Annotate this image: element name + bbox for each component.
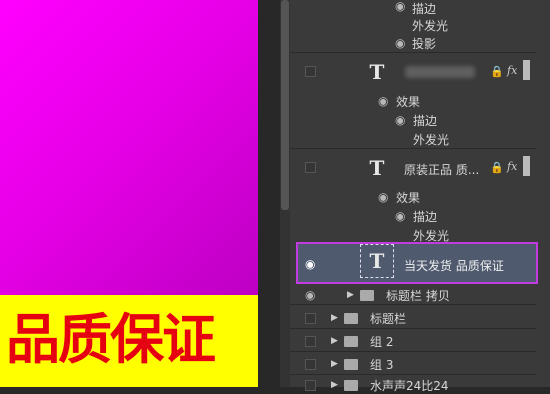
folder-icon: [360, 290, 374, 301]
group-name[interactable]: 水声声24比24: [370, 377, 449, 394]
folder-icon: [344, 359, 358, 370]
folder-icon: [344, 380, 358, 391]
layer-name[interactable]: 原装正品 质...: [404, 161, 479, 178]
folder-icon: [344, 313, 358, 324]
eye-icon[interactable]: ◉: [395, 210, 405, 222]
expand-arrow-icon[interactable]: ▶: [331, 359, 338, 369]
divider: [290, 351, 536, 352]
group-name[interactable]: 组 2: [370, 333, 393, 350]
expand-arrow-icon[interactable]: ▶: [347, 290, 354, 300]
expand-arrow-icon[interactable]: ▶: [331, 313, 338, 323]
eye-icon[interactable]: ◉: [305, 289, 315, 301]
layer-name-blurred: [405, 66, 475, 78]
divider: [290, 304, 536, 305]
eye-icon[interactable]: ◉: [378, 191, 388, 203]
effect-stroke: 描边: [413, 114, 438, 128]
effect-stroke: 描边: [413, 210, 438, 224]
visibility-toggle[interactable]: [305, 66, 316, 77]
panel-scroll-thumb[interactable]: [523, 60, 530, 80]
fx-icon[interactable]: fx: [507, 64, 517, 77]
effects-label: 效果: [396, 191, 421, 205]
expand-arrow-icon[interactable]: ▶: [331, 380, 338, 390]
effect-outer-glow: 外发光: [412, 19, 449, 33]
effect-stroke: 描边: [412, 2, 437, 16]
canvas-scroll-thumb[interactable]: [281, 0, 289, 210]
fx-icon[interactable]: fx: [507, 160, 517, 173]
eye-icon[interactable]: ◉: [395, 0, 405, 12]
divider: [290, 52, 536, 53]
visibility-toggle[interactable]: [305, 313, 316, 324]
visibility-toggle[interactable]: [305, 162, 316, 173]
panel-scroll-thumb[interactable]: [523, 156, 530, 176]
visibility-toggle[interactable]: [305, 380, 316, 391]
effect-drop-shadow: 投影: [412, 37, 437, 51]
divider: [290, 328, 536, 329]
group-name[interactable]: 标题栏 拷贝: [386, 287, 450, 304]
banner-text: 品质保证: [6, 308, 216, 371]
effect-outer-glow: 外发光: [413, 133, 450, 147]
eye-icon[interactable]: ◉: [378, 95, 388, 107]
visibility-toggle[interactable]: [305, 336, 316, 347]
group-name[interactable]: 组 3: [370, 356, 393, 373]
group-name[interactable]: 标题栏: [370, 310, 406, 327]
expand-arrow-icon[interactable]: ▶: [331, 336, 338, 346]
eye-icon[interactable]: ◉: [395, 114, 405, 126]
effects-label: 效果: [396, 95, 421, 109]
lock-icon: 🔒: [490, 161, 504, 174]
divider: [290, 148, 536, 149]
divider: [290, 374, 536, 375]
eye-icon[interactable]: ◉: [305, 258, 315, 270]
text-layer-icon: T: [369, 60, 385, 84]
layer-name[interactable]: 当天发货 品质保证: [404, 257, 504, 274]
lock-icon: 🔒: [490, 65, 504, 78]
text-layer-icon: T: [369, 249, 385, 273]
visibility-toggle[interactable]: [305, 359, 316, 370]
text-layer-icon: T: [369, 156, 385, 180]
eye-icon[interactable]: ◉: [395, 37, 405, 49]
folder-icon: [344, 336, 358, 347]
